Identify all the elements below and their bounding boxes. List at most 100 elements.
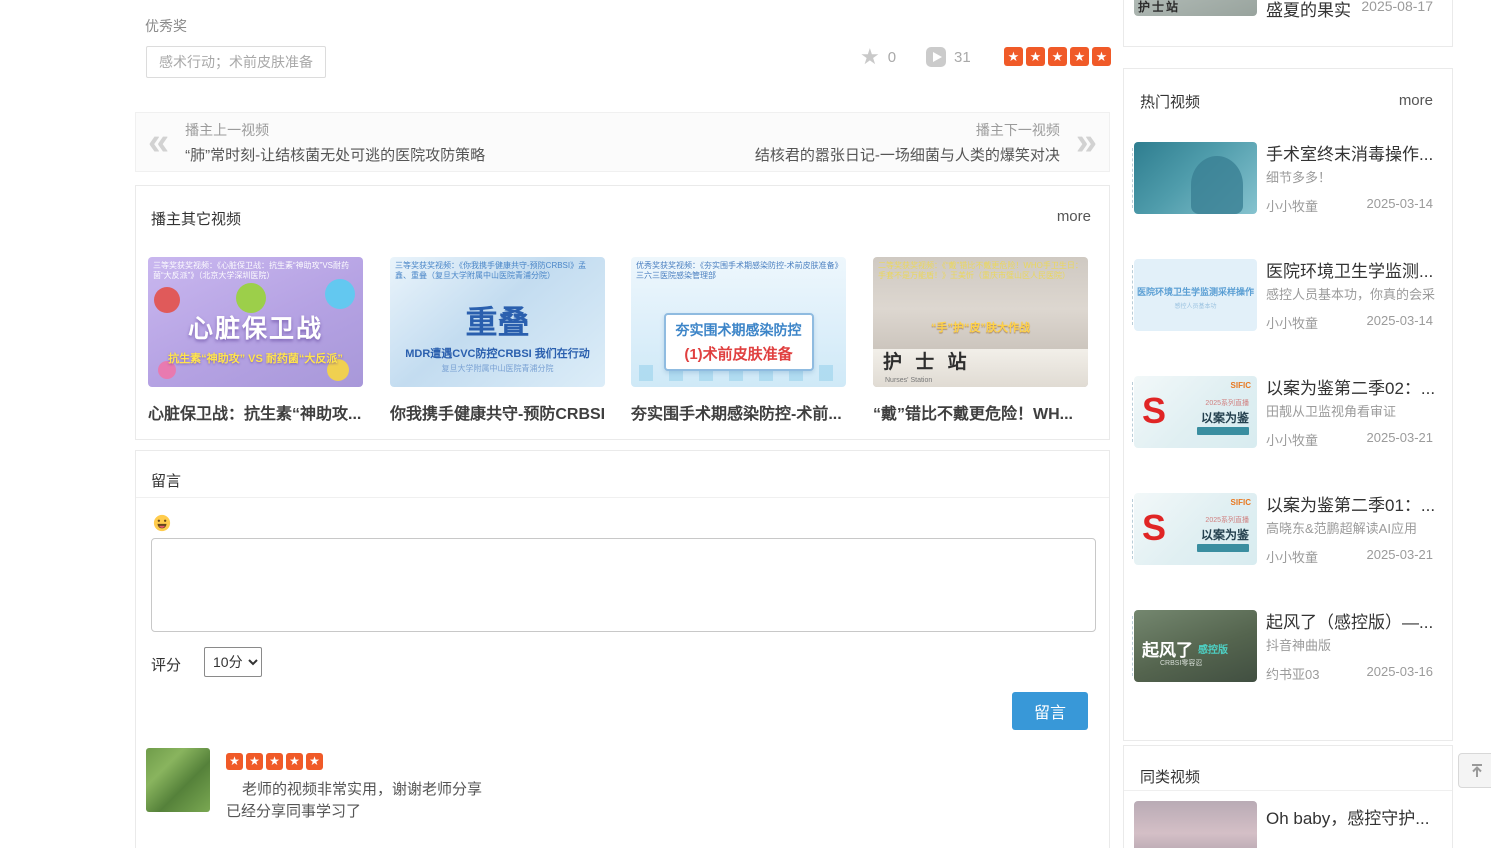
video-thumbnail[interactable]: 医院环境卫生学监测采样操作 感控人员基本功 xyxy=(1134,259,1257,331)
star-badge-icon xyxy=(226,753,243,770)
thumbnail-caption: 2025系列直播 xyxy=(1205,515,1249,525)
star-badge-icon xyxy=(246,753,263,770)
comment-textarea[interactable] xyxy=(151,538,1096,632)
video-thumbnail[interactable]: 三等奖获奖视频：《心脏保卫战：抗生素“神助攻”VS耐药菌“大反派”》（北京大学深… xyxy=(148,257,363,387)
hot-videos-more-link[interactable]: more xyxy=(1399,92,1433,109)
prev-video-title: “肺”常时刻-让结核菌无处可逃的医院攻防策略 xyxy=(185,144,485,165)
star-badge-icon xyxy=(1048,47,1067,66)
hot-video-item[interactable]: 医院环境卫生学监测采样操作 感控人员基本功 医院环境卫生学监测... 感控人员基… xyxy=(1124,259,1452,331)
award-tag[interactable]: 感术行动；术前皮肤准备 xyxy=(146,46,326,78)
comment-text-line: 老师的视频非常实用，谢谢老师分享 xyxy=(242,778,482,799)
section-title-hot-videos: 热门视频 xyxy=(1140,91,1200,112)
prev-video-link[interactable]: 播主上一视频 “肺”常时刻-让结核菌无处可逃的医院攻防策略 xyxy=(148,113,485,171)
thumbnail-headline: 重叠 xyxy=(390,297,605,343)
video-date: 2025-03-21 xyxy=(1367,547,1434,562)
thumbnail-headline: 心脏保卫战 xyxy=(148,309,363,345)
comment-text-line: 已经分享同事学习了 xyxy=(226,800,361,821)
thumbnail-subline: CRBSI零容忍 xyxy=(1160,658,1202,668)
play-stat: 31 xyxy=(926,47,971,67)
video-subtitle: 抖音神曲版 xyxy=(1266,635,1440,654)
thumbnail-headline: 护 士 站 xyxy=(883,347,971,374)
hot-video-item[interactable]: 起风了 感控版 CRBSI零容忍 起风了（感控版）—... 抖音神曲版 约书亚0… xyxy=(1124,610,1452,682)
prev-video-texts: 播主上一视频 “肺”常时刻-让结核菌无处可逃的医院攻防策略 xyxy=(185,120,485,165)
star-badge-icon xyxy=(1070,47,1089,66)
video-title[interactable]: 以案为鉴第二季01：... xyxy=(1266,491,1440,516)
next-video-label: 播主下一视频 xyxy=(755,120,1060,140)
similar-videos-section: 同类视频 Oh baby，感控守护... xyxy=(1123,745,1453,848)
thumbnail-title-box: 夯实围术期感染防控 (1)术前皮肤准备 xyxy=(664,313,814,371)
thumbnail-subline: MDR遭遇CVC防控CRBSI 我们在行动 xyxy=(390,345,605,361)
video-subtitle: 田靓从卫监视角看审证 xyxy=(1266,401,1440,420)
sidebar-previous-list-section: 护士站 盛夏的果实 2025-08-17 xyxy=(1123,0,1453,47)
hot-video-item[interactable]: 手术室终末消毒操作... 细节多多！ 小小牧童 2025-03-14 xyxy=(1124,142,1452,214)
hot-video-item[interactable]: S SIFIC 2025系列直播 以案为鉴 以案为鉴第二季02：... 田靓从卫… xyxy=(1124,376,1452,448)
star-badge-icon xyxy=(286,753,303,770)
favorite-count: 0 xyxy=(888,49,896,66)
video-title[interactable]: 心脏保卫战：抗生素“神助攻... xyxy=(148,400,363,424)
rating-select[interactable]: 10分 xyxy=(204,647,262,677)
other-videos-more-link[interactable]: more xyxy=(1057,208,1091,225)
submit-comment-button[interactable]: 留言 xyxy=(1012,692,1088,730)
video-subtitle: 感控人员基本功，你真的会采 xyxy=(1266,284,1440,303)
video-thumbnail[interactable] xyxy=(1134,142,1257,214)
video-thumbnail[interactable]: 二等奖获奖视频：《“戴”错比不戴更危险！WHO手卫生日：手套不是万能盾！》王美忻… xyxy=(873,257,1088,387)
video-rating-stars xyxy=(1004,47,1111,66)
emoji-smiley-icon[interactable] xyxy=(153,514,171,532)
video-card: 二等奖获奖视频：《“戴”错比不戴更危险！WHO手卫生日：手套不是万能盾！》王美忻… xyxy=(873,257,1088,424)
back-to-top-button[interactable] xyxy=(1458,753,1491,788)
favorite-stat: ★ 0 xyxy=(860,46,896,68)
video-thumbnail[interactable] xyxy=(1134,801,1257,848)
thumbnail-headline: 夯实围术期感染防控 xyxy=(676,320,802,340)
video-thumbnail[interactable]: S SIFIC 2025系列直播 以案为鉴 xyxy=(1134,376,1257,448)
video-date: 2025-08-17 xyxy=(1361,0,1433,14)
hot-videos-section: 热门视频 more 手术室终末消毒操作... 细节多多！ 小小牧童 2025-0… xyxy=(1123,68,1453,741)
next-video-title: 结核君的嚣张日记-一场细菌与人类的爆笑对决 xyxy=(755,144,1060,165)
hot-video-item[interactable]: S SIFIC 2025系列直播 以案为鉴 以案为鉴第二季01：... 高晓东&… xyxy=(1124,493,1452,565)
award-label: 优秀奖 xyxy=(145,16,187,36)
star-badge-icon xyxy=(1092,47,1111,66)
thumbnail-caption: 2025系列直播 xyxy=(1205,398,1249,408)
video-thumbnail[interactable]: 起风了 感控版 CRBSI零容忍 xyxy=(1134,610,1257,682)
video-title[interactable]: Oh baby，感控守护... xyxy=(1266,804,1446,829)
thumbnail-caption: 三等奖获奖视频：《你我携手健康共守-预防CRBSI》孟鑫、重叠（复旦大学附属中山… xyxy=(395,261,600,281)
video-date: 2025-03-14 xyxy=(1367,196,1434,211)
thumbnail-headline: 以案为鉴 xyxy=(1201,409,1249,426)
next-video-link[interactable]: 播主下一视频 结核君的嚣张日记-一场细菌与人类的爆笑对决 xyxy=(755,113,1097,171)
video-date: 2025-03-21 xyxy=(1367,430,1434,445)
favorite-star-icon: ★ xyxy=(860,46,880,68)
microbe-decoration xyxy=(325,279,355,309)
video-title[interactable]: 医院环境卫生学监测... xyxy=(1266,257,1440,282)
thumbnail-caption: 三等奖获奖视频：《心脏保卫战：抗生素“神助攻”VS耐药菌“大反派”》（北京大学深… xyxy=(153,261,358,281)
video-thumbnail[interactable]: S SIFIC 2025系列直播 以案为鉴 xyxy=(1134,493,1257,565)
video-thumbnail[interactable]: 护士站 xyxy=(1134,0,1257,16)
video-thumbnail[interactable]: 优秀奖获奖视频：《夯实围手术期感染防控-术前皮肤准备》三六三医院感染管理部 夯实… xyxy=(631,257,846,387)
video-title[interactable]: 夯实围手术期感染防控-术前... xyxy=(631,400,846,424)
thumbnail-subline: (1)术前皮肤准备 xyxy=(676,343,802,364)
broadcaster-other-videos-section: 播主其它视频 more 三等奖获奖视频：《心脏保卫战：抗生素“神助攻”VS耐药菌… xyxy=(135,185,1110,440)
thumbnail-headline: 护士站 xyxy=(1138,0,1180,15)
video-detail-page: 优秀奖 感术行动；术前皮肤准备 ★ 0 31 播主上一视频 “肺”常时刻-让结核… xyxy=(0,0,1491,848)
thumbnail-overlay-text: “手”护“皮”肤大作战 xyxy=(873,319,1088,335)
video-author: 小小牧童 xyxy=(1266,430,1318,449)
video-card: 三等奖获奖视频：《你我携手健康共守-预防CRBSI》孟鑫、重叠（复旦大学附属中山… xyxy=(390,257,605,424)
video-title[interactable]: 起风了（感控版）—... xyxy=(1266,608,1440,633)
star-badge-icon xyxy=(1004,47,1023,66)
divider xyxy=(1124,790,1452,791)
rating-label: 评分 xyxy=(151,654,181,675)
star-badge-icon xyxy=(306,753,323,770)
back-to-top-icon xyxy=(1469,763,1485,779)
video-thumbnail[interactable]: 三等奖获奖视频：《你我携手健康共守-预防CRBSI》孟鑫、重叠（复旦大学附属中山… xyxy=(390,257,605,387)
video-title[interactable]: 以案为鉴第二季02：... xyxy=(1266,374,1440,399)
chevron-double-left-icon xyxy=(148,125,169,159)
video-author: 小小牧童 xyxy=(1266,547,1318,566)
thumbnail-logo-letter: S xyxy=(1142,390,1166,432)
comment-section: 留言 评分 10分 留言 老师的视频非常实用，谢谢老师分享 已经分享同事学习 xyxy=(135,450,1110,848)
video-title[interactable]: “戴”错比不戴更危险！WH... xyxy=(873,400,1088,424)
star-badge-icon xyxy=(1026,47,1045,66)
comment-rating-stars xyxy=(226,753,323,770)
prev-video-label: 播主上一视频 xyxy=(185,120,485,140)
video-title[interactable]: 你我携手健康共守-预防CRBSI xyxy=(390,400,605,424)
video-title[interactable]: 盛夏的果实 xyxy=(1266,0,1351,21)
video-nav-bar: 播主上一视频 “肺”常时刻-让结核菌无处可逃的医院攻防策略 播主下一视频 结核君… xyxy=(135,112,1110,172)
video-title[interactable]: 手术室终末消毒操作... xyxy=(1266,140,1440,165)
